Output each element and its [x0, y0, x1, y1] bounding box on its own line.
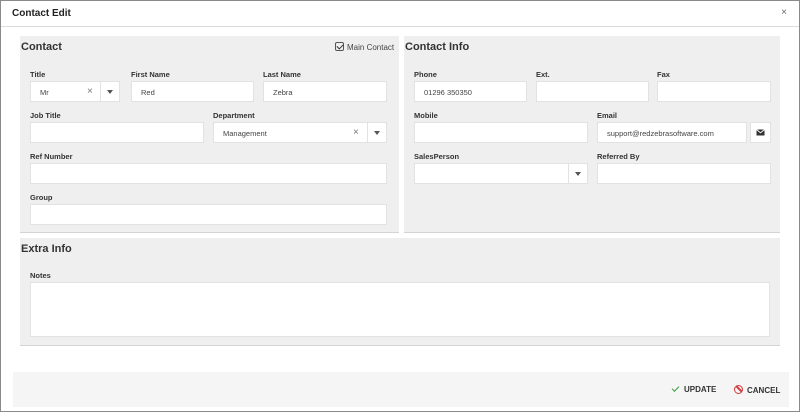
first-name-value: Red	[141, 88, 155, 97]
envelope-icon	[756, 129, 765, 136]
referred-by-label: Referred By	[597, 152, 640, 161]
title-label: Title	[30, 70, 46, 79]
phone-label: Phone	[414, 70, 437, 79]
department-label: Department	[213, 111, 255, 120]
dialog-header: Contact Edit ×	[1, 1, 799, 27]
dialog-footer: UPDATE CANCEL	[13, 372, 789, 407]
salesperson-dropdown-button[interactable]	[568, 163, 588, 184]
fax-field[interactable]	[657, 81, 771, 102]
contact-info-panel: Contact Info Phone 01296 350350 Ext. Fax…	[404, 36, 780, 233]
extra-info-heading: Extra Info	[21, 243, 72, 255]
department-clear-icon[interactable]: ×	[353, 127, 359, 139]
group-field[interactable]	[30, 204, 387, 225]
title-clear-icon[interactable]: ×	[87, 86, 93, 98]
job-title-label: Job Title	[30, 111, 61, 120]
salesperson-label: SalesPerson	[414, 152, 460, 161]
notes-label: Notes	[30, 271, 51, 280]
main-contact-label: Main Contact	[347, 43, 395, 52]
contact-info-heading: Contact Info	[405, 41, 470, 53]
ext-label: Ext.	[536, 70, 550, 79]
send-email-button[interactable]	[750, 122, 771, 143]
phone-field[interactable]: 01296 350350	[414, 81, 527, 102]
mobile-field[interactable]	[414, 122, 588, 143]
contact-heading: Contact	[21, 41, 62, 53]
ext-field[interactable]	[536, 81, 649, 102]
phone-value: 01296 350350	[424, 88, 472, 97]
group-label: Group	[30, 193, 53, 202]
main-contact-checkbox[interactable]	[335, 42, 344, 51]
first-name-field[interactable]: Red	[131, 81, 254, 102]
department-value: Management	[223, 129, 267, 138]
chevron-down-icon	[107, 90, 113, 94]
update-button[interactable]: UPDATE	[671, 384, 717, 394]
last-name-field[interactable]: Zebra	[263, 81, 387, 102]
mobile-label: Mobile	[414, 111, 438, 120]
extra-info-panel: Extra Info Notes	[20, 238, 780, 346]
ref-number-field[interactable]	[30, 163, 387, 184]
chevron-down-icon	[374, 131, 380, 135]
main-contact-toggle[interactable]: Main Contact	[335, 42, 394, 52]
job-title-field[interactable]	[30, 122, 204, 143]
notes-textarea[interactable]	[30, 282, 770, 337]
cancel-button[interactable]: CANCEL	[734, 385, 780, 395]
contact-panel: Contact Main Contact Title Mr × First Na…	[20, 36, 399, 233]
email-value: support@redzebrasoftware.com	[607, 129, 714, 138]
salesperson-select[interactable]	[414, 163, 569, 184]
chevron-down-icon	[575, 172, 581, 176]
dialog-title: Contact Edit	[12, 8, 71, 19]
department-dropdown-button[interactable]	[367, 122, 387, 143]
cancel-icon	[734, 385, 743, 394]
title-value: Mr	[40, 88, 49, 97]
referred-by-field[interactable]	[597, 163, 771, 184]
last-name-value: Zebra	[273, 88, 293, 97]
cancel-label: CANCEL	[747, 386, 781, 395]
department-select[interactable]: Management ×	[213, 122, 368, 143]
ref-number-label: Ref Number	[30, 152, 73, 161]
first-name-label: First Name	[131, 70, 170, 79]
update-label: UPDATE	[684, 385, 717, 394]
last-name-label: Last Name	[263, 70, 301, 79]
check-icon	[671, 384, 680, 392]
fax-label: Fax	[657, 70, 670, 79]
contact-edit-dialog: Contact Edit × Contact Main Contact Titl…	[0, 0, 800, 412]
title-select[interactable]: Mr ×	[30, 81, 101, 102]
close-icon[interactable]: ×	[781, 8, 787, 18]
email-field[interactable]: support@redzebrasoftware.com	[597, 122, 747, 143]
title-dropdown-button[interactable]	[100, 81, 120, 102]
email-label: Email	[597, 111, 618, 120]
